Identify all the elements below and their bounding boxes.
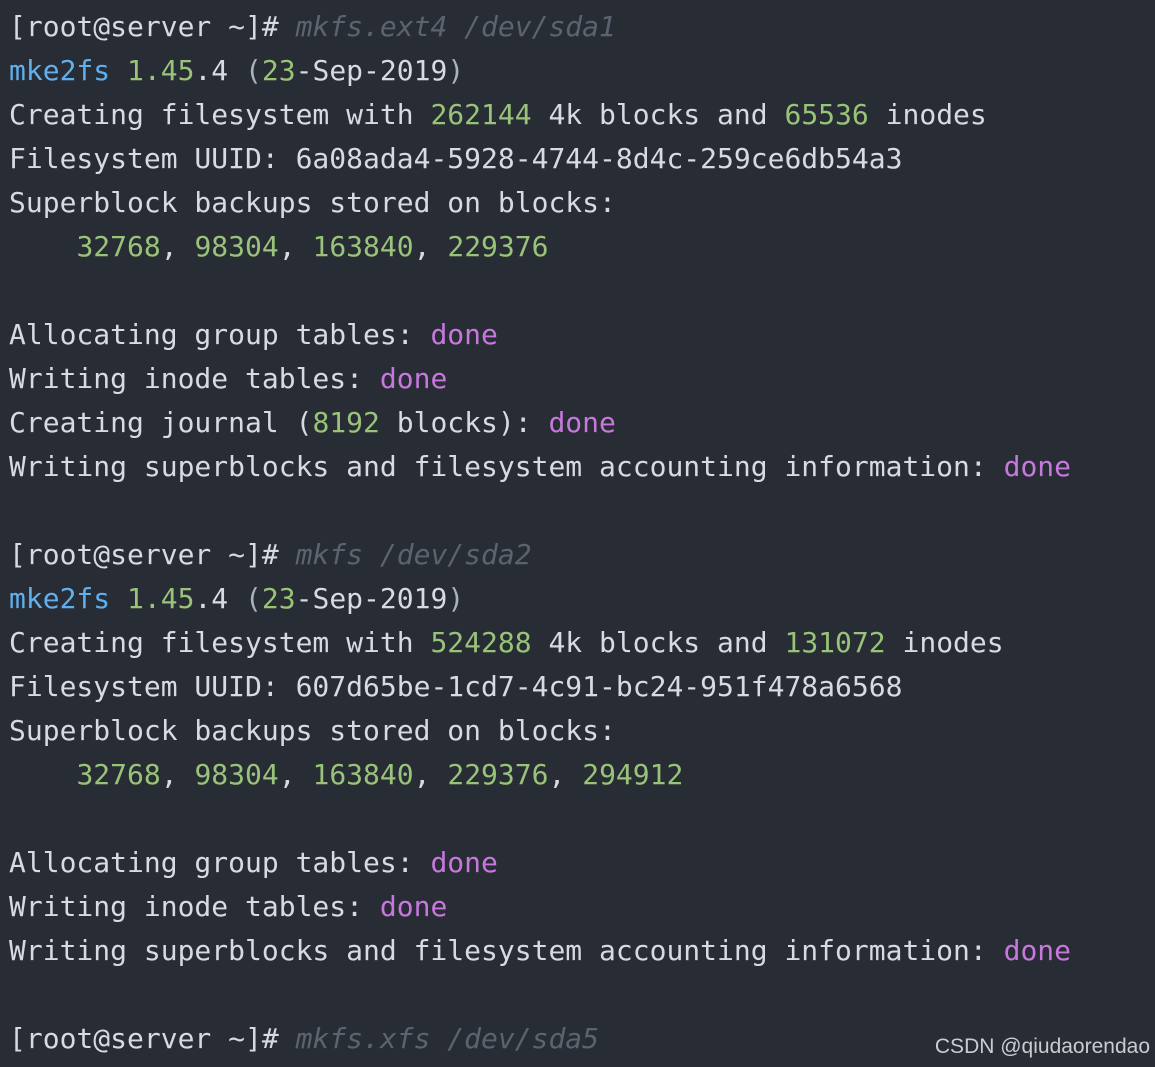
uuid-value: 6a08ada4-5928-4744-8d4c-259ce6db54a3	[295, 142, 903, 175]
command-text: mkfs.ext4 /dev/sda1	[295, 10, 616, 43]
backup-block: 32768	[76, 230, 161, 263]
backup-block: 32768	[76, 758, 161, 791]
uuid-line: Filesystem UUID: 6a08ada4-5928-4744-8d4c…	[9, 142, 903, 175]
done-status: done	[379, 890, 448, 923]
date-rest: -Sep-2019	[295, 582, 448, 615]
prompt-line-1: [root@server ~]# mkfs.ext4 /dev/sda1	[9, 5, 1155, 49]
writing-superblocks-line: Writing superblocks and filesystem accou…	[9, 450, 1072, 483]
version-line: mke2fs 1.45.4 (23-Sep-2019)	[9, 582, 465, 615]
block-count: 524288	[430, 626, 532, 659]
done-status: done	[430, 846, 498, 879]
backup-block: 294912	[582, 758, 684, 791]
watermark: CSDN @qiudaorendao	[934, 1035, 1150, 1058]
command-text: mkfs /dev/sda2	[295, 538, 532, 571]
done-status: done	[379, 362, 448, 395]
backup-blocks-line: 32768, 98304, 163840, 229376	[76, 230, 549, 263]
writing-inode-line: Writing inode tables: done	[9, 362, 448, 395]
backup-block: 229376	[447, 758, 549, 791]
inode-count: 65536	[784, 98, 869, 131]
backup-block: 98304	[194, 758, 279, 791]
uuid-value: 607d65be-1cd7-4c91-bc24-951f478a6568	[295, 670, 903, 703]
block-count: 262144	[430, 98, 532, 131]
done-status: done	[1003, 934, 1072, 967]
superblock-line: Superblock backups stored on blocks:	[9, 714, 616, 747]
version-minor: .4	[194, 54, 229, 87]
prompt-line-2: [root@server ~]# mkfs /dev/sda2	[9, 533, 1155, 577]
writing-inode-line: Writing inode tables: done	[9, 890, 448, 923]
prompt: [root@server ~]#	[9, 10, 279, 43]
program-name: mke2fs	[9, 582, 111, 615]
writing-superblocks-line: Writing superblocks and filesystem accou…	[9, 934, 1072, 967]
inode-count: 131072	[784, 626, 886, 659]
creating-filesystem-line: Creating filesystem with 524288 4k block…	[9, 626, 1004, 659]
backup-blocks-line: 32768, 98304, 163840, 229376, 294912	[76, 758, 684, 791]
version-minor: .4	[194, 582, 229, 615]
terminal-window[interactable]: [root@server ~]# mkfs.ext4 /dev/sda1 mke…	[0, 0, 1155, 1067]
done-status: done	[548, 406, 616, 439]
program-name: mke2fs	[9, 54, 111, 87]
version-major: 1.45	[127, 582, 195, 615]
creating-journal-line: Creating journal (8192 blocks): done	[9, 406, 616, 439]
creating-filesystem-line: Creating filesystem with 262144 4k block…	[9, 98, 987, 131]
prompt: [root@server ~]#	[9, 1022, 279, 1055]
command-text: mkfs.xfs /dev/sda5	[295, 1022, 600, 1055]
backup-block: 229376	[447, 230, 549, 263]
uuid-line: Filesystem UUID: 607d65be-1cd7-4c91-bc24…	[9, 670, 903, 703]
superblock-line: Superblock backups stored on blocks:	[9, 186, 616, 219]
date-day: 23	[261, 54, 296, 87]
backup-block: 98304	[194, 230, 279, 263]
backup-block: 163840	[312, 758, 414, 791]
done-status: done	[430, 318, 498, 351]
backup-block: 163840	[312, 230, 414, 263]
prompt: [root@server ~]#	[9, 538, 279, 571]
done-status: done	[1003, 450, 1072, 483]
date-day: 23	[261, 582, 296, 615]
alloc-group-line: Allocating group tables: done	[9, 846, 498, 879]
alloc-group-line: Allocating group tables: done	[9, 318, 498, 351]
date-rest: -Sep-2019	[295, 54, 448, 87]
journal-blocks: 8192	[312, 406, 380, 439]
version-major: 1.45	[127, 54, 195, 87]
version-line: mke2fs 1.45.4 (23-Sep-2019)	[9, 54, 465, 87]
